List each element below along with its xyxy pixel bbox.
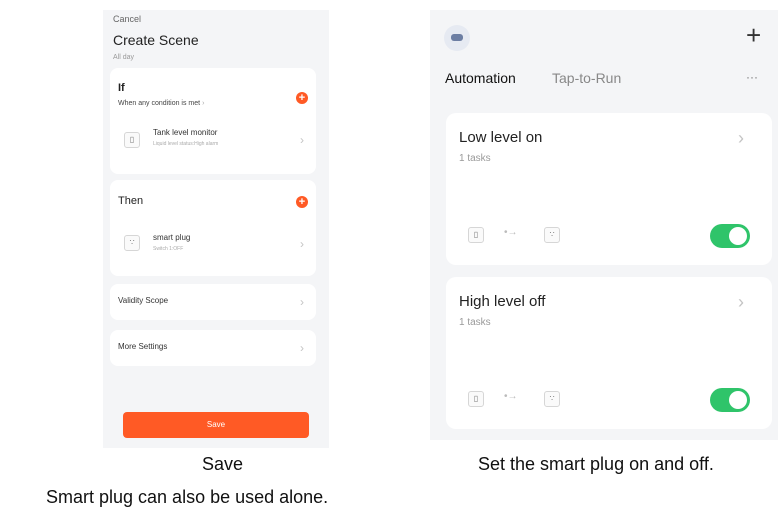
create-scene-screen: Cancel Create Scene All day If When any … [103, 10, 329, 448]
condition-mode-label: When any condition is met [118, 100, 201, 107]
tab-automation[interactable]: Automation [445, 70, 516, 86]
chevron-right-icon[interactable]: › [738, 129, 744, 147]
caret-icon: › [202, 100, 205, 107]
scene-toggle[interactable] [710, 224, 750, 248]
arrow-icon: •→ [504, 227, 518, 238]
if-heading: If [118, 82, 125, 94]
scene-name: Low level on [459, 129, 543, 146]
arrow-icon: •→ [504, 391, 518, 402]
save-button[interactable]: Save [123, 412, 309, 438]
add-action-icon[interactable]: + [296, 196, 308, 208]
tab-tap-to-run[interactable]: Tap-to-Run [552, 70, 621, 86]
scene-task-count: 1 tasks [459, 317, 491, 328]
page-subtitle: All day [113, 54, 135, 61]
condition-device-detail: Liquid level status:High alarm [153, 141, 219, 147]
sensor-icon: ▯ [468, 227, 484, 243]
scene-task-count: 1 tasks [459, 153, 491, 164]
plug-icon: ∵ [544, 227, 560, 243]
scene-card[interactable]: Low level on 1 tasks › ▯ •→ ∵ [446, 113, 772, 265]
more-settings-label: More Settings [118, 342, 168, 351]
chevron-right-icon[interactable]: › [300, 134, 304, 146]
scene-card[interactable]: High level off 1 tasks › ▯ •→ ∵ [446, 277, 772, 429]
condition-mode-selector[interactable]: When any condition is met › [118, 100, 204, 107]
then-heading: Then [118, 195, 144, 207]
page-title: Create Scene [113, 32, 199, 48]
chevron-right-icon[interactable]: › [300, 238, 304, 250]
action-device-name: smart plug [153, 233, 191, 242]
if-card: If When any condition is met › + ▯ Tank … [110, 68, 316, 174]
sensor-icon: ▯ [468, 391, 484, 407]
scene-name: High level off [459, 293, 546, 310]
validity-scope-label: Validity Scope [118, 296, 169, 305]
scene-toggle[interactable] [710, 388, 750, 412]
profile-icon[interactable] [444, 25, 470, 51]
chevron-right-icon: › [300, 295, 304, 309]
plug-icon: ∵ [544, 391, 560, 407]
condition-device-name: Tank level monitor [153, 128, 218, 137]
then-card: Then + ∵ smart plug Switch 1:OFF › [110, 180, 316, 276]
validity-scope-row[interactable]: Validity Scope › [110, 284, 316, 320]
sensor-icon: ▯ [124, 132, 140, 148]
caption-right: Set the smart plug on and off. [478, 454, 714, 474]
caption-left: Save [202, 454, 244, 474]
add-condition-icon[interactable]: + [296, 92, 308, 104]
more-settings-row[interactable]: More Settings › [110, 330, 316, 366]
cancel-button[interactable]: Cancel [113, 14, 141, 24]
menu-dots-icon[interactable]: ··· [746, 70, 758, 84]
scene-list-screen: + Automation Tap-to-Run ··· Low level on… [430, 10, 778, 440]
add-icon[interactable]: + [746, 20, 761, 50]
chevron-right-icon[interactable]: › [738, 293, 744, 311]
caption-bottom: Smart plug can also be used alone. [46, 487, 329, 507]
plug-icon: ∵ [124, 235, 140, 251]
chevron-right-icon: › [300, 341, 304, 355]
action-device-detail: Switch 1:OFF [153, 246, 184, 252]
